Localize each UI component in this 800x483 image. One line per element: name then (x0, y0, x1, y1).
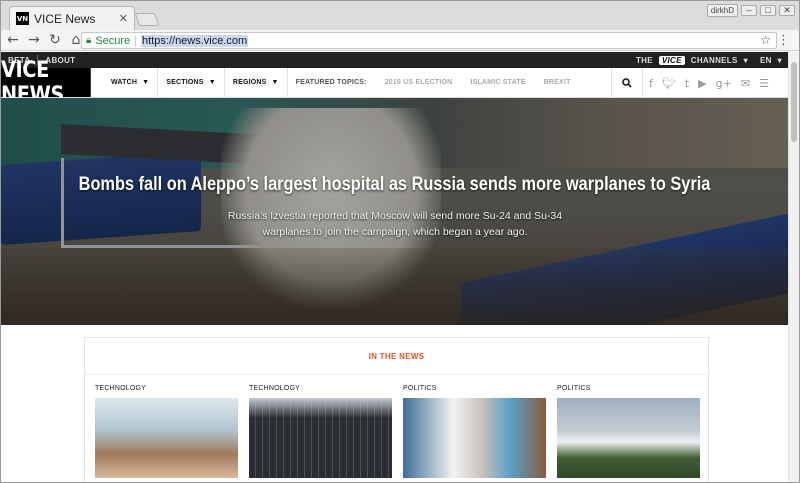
address-divider: | (134, 34, 138, 47)
card-image-politics-people[interactable] (403, 398, 546, 478)
chevron-down-icon[interactable]: ▾ (744, 56, 748, 65)
scrollbar-thumb[interactable] (791, 62, 797, 142)
caret-down-icon: ▼ (208, 79, 216, 86)
page-content: BETA ABOUT THE VICE CHANNELS ▾ EN ▾ VICE… (1, 52, 788, 482)
social-links: f 🐦︎ t ▶ g+ ✉ ☰ (649, 68, 769, 98)
window-controls: dirkhD – □ ✕ (706, 4, 795, 17)
in-the-news-section: IN THE NEWS TECHNOLOGY TECHNOLOGY POLITI… (84, 337, 709, 482)
the-label: THE (635, 55, 653, 65)
featured-topics-label: FEATURED TOPICS: (295, 79, 367, 86)
minimize-icon[interactable]: – (741, 5, 757, 16)
caret-down-icon: ▼ (271, 79, 279, 86)
topic-link[interactable]: ISLAMIC STATE (470, 79, 525, 86)
nav-sections[interactable]: SECTIONS ▼ (158, 68, 225, 97)
google-plus-icon[interactable]: g+ (716, 77, 732, 90)
lock-icon[interactable]: 🔒︎ (86, 35, 91, 46)
profile-button[interactable]: dirkhD (706, 4, 738, 17)
card-category[interactable]: POLITICS (557, 385, 700, 392)
channels-menu[interactable]: CHANNELS (691, 56, 738, 65)
card-image-building-camera[interactable] (249, 398, 392, 478)
news-card[interactable]: TECHNOLOGY (95, 385, 238, 478)
secure-label: Secure (95, 34, 131, 47)
address-bar[interactable]: 🔒︎ Secure | https://news.vice.com ☆ (81, 32, 777, 49)
page-scrollbar[interactable] (788, 52, 799, 482)
hero-summary: Russia’s Izvestia reported that Moscow w… (227, 210, 563, 238)
site-top-strip: BETA ABOUT THE VICE CHANNELS ▾ EN ▾ (1, 52, 788, 68)
card-category[interactable]: TECHNOLOGY (249, 385, 392, 392)
nav-regions-label: REGIONS (232, 79, 267, 86)
close-tab-icon[interactable]: ✕ (119, 12, 128, 25)
tab-title: VICE News (34, 11, 96, 26)
news-cards: TECHNOLOGY TECHNOLOGY POLITICS POLITICS (95, 385, 700, 478)
url-text[interactable]: https://news.vice.com (141, 34, 249, 47)
language-selector[interactable]: EN (760, 56, 772, 65)
reload-icon[interactable]: ↻ (46, 32, 64, 48)
news-card[interactable]: POLITICS (403, 385, 546, 478)
rss-icon[interactable]: ☰ (759, 77, 769, 90)
featured-topics: FEATURED TOPICS: 2016 US ELECTION ISLAMI… (288, 68, 571, 97)
caret-down-icon: ▼ (142, 79, 150, 86)
twitter-icon[interactable]: 🐦︎ (662, 77, 676, 90)
close-window-icon[interactable]: ✕ (779, 5, 795, 16)
browser-toolbar: ← → ↻ ⌂ 🔒︎ Secure | https://news.vice.co… (1, 30, 799, 51)
tumblr-icon[interactable]: t (685, 77, 689, 90)
facebook-icon[interactable]: f (649, 77, 653, 90)
browser-tab[interactable]: VN VICE News ✕ (9, 6, 135, 30)
in-the-news-heading: IN THE NEWS (85, 338, 708, 375)
topic-link[interactable]: BREXIT (544, 79, 571, 86)
back-arrow-icon[interactable]: ← (4, 32, 22, 48)
news-card[interactable]: TECHNOLOGY (249, 385, 392, 478)
nav-sections-label: SECTIONS (166, 79, 204, 86)
search-icon (622, 78, 632, 88)
nav-watch-label: WATCH (111, 79, 138, 86)
browser-menu-icon[interactable]: ⋮ (777, 33, 790, 48)
vice-news-logo[interactable]: VICE NEWS (1, 58, 91, 108)
vice-logo[interactable]: VICE (658, 55, 685, 65)
tab-strip: VN VICE News ✕ dirkhD – □ ✕ (1, 1, 799, 30)
card-image-meerkats[interactable] (95, 398, 238, 478)
card-category[interactable]: POLITICS (403, 385, 546, 392)
maximize-icon[interactable]: □ (760, 5, 776, 16)
browser-window: VN VICE News ✕ dirkhD – □ ✕ ← → ↻ ⌂ 🔒︎ S… (0, 0, 800, 483)
forward-arrow-icon[interactable]: → (25, 32, 43, 48)
search-button[interactable] (611, 68, 643, 98)
card-image-white-house[interactable] (557, 398, 700, 478)
nav-regions[interactable]: REGIONS ▼ (225, 68, 288, 97)
youtube-icon[interactable]: ▶ (698, 77, 706, 90)
new-tab-button[interactable] (134, 13, 160, 26)
topic-link[interactable]: 2016 US ELECTION (385, 79, 453, 86)
news-card[interactable]: POLITICS (557, 385, 700, 478)
bookmark-star-icon[interactable]: ☆ (760, 33, 771, 47)
site-navbar: VICE NEWS WATCH ▼ SECTIONS ▼ REGIONS ▼ FEAT… (1, 58, 788, 108)
email-icon[interactable]: ✉ (741, 77, 750, 90)
channels-area: THE VICE CHANNELS ▾ EN ▾ (635, 55, 788, 65)
hero-headline[interactable]: Bombs fall on Aleppo’s largest hospital … (56, 174, 733, 196)
vice-news-favicon: VN (16, 12, 29, 25)
nav-watch[interactable]: WATCH ▼ (103, 68, 159, 97)
card-category[interactable]: TECHNOLOGY (95, 385, 238, 392)
chevron-down-icon[interactable]: ▾ (778, 56, 782, 65)
hero-story[interactable]: Bombs fall on Aleppo’s largest hospital … (1, 98, 788, 325)
